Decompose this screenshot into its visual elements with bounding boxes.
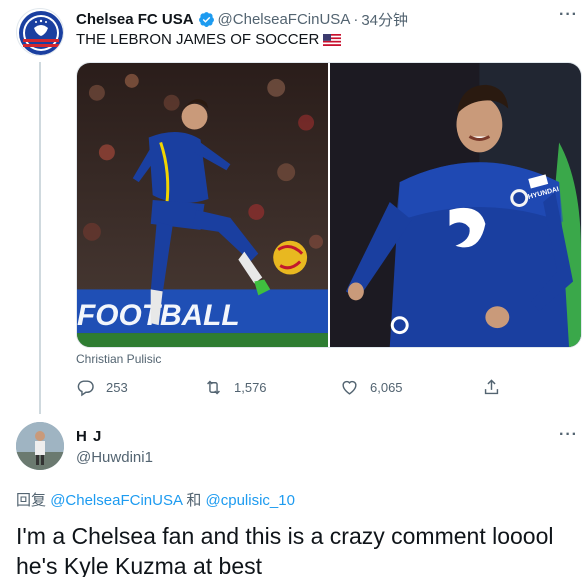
reply-tweet-text: I'm a Chelsea fan and this is a crazy co… (16, 523, 554, 577)
tweet-actions: 253 1,576 6,065 (76, 378, 506, 402)
reply-icon (77, 380, 94, 397)
more-options-icon[interactable]: ··· (559, 6, 578, 24)
header-separator: · (353, 11, 359, 28)
share-button[interactable] (482, 378, 512, 397)
author-handle[interactable]: @ChelseaFCinUSA (218, 11, 351, 28)
media-caption[interactable]: Christian Pulisic (76, 352, 161, 366)
replying-to-prefix: 回复 (16, 492, 47, 509)
tweet-header: Chelsea FC USA @ChelseaFCinUSA · 34分钟 (76, 9, 408, 30)
author-display-name[interactable]: Chelsea FC USA (76, 11, 194, 28)
reply-more-options-icon[interactable]: ··· (559, 426, 578, 444)
reply-author-display-name[interactable]: H J (76, 428, 102, 445)
replying-to-and: 和 (186, 492, 202, 509)
heart-icon (342, 380, 357, 395)
reply-count: 253 (106, 380, 128, 395)
retweet-count: 1,576 (234, 380, 267, 395)
reply-to-user-link-2[interactable]: @cpulisic_10 (206, 492, 295, 509)
tweet-text: THE LEBRON JAMES OF SOCCER (76, 31, 342, 48)
reply-to-user-link-1[interactable]: @ChelseaFCinUSA (50, 492, 182, 509)
tweet-timestamp[interactable]: 34分钟 (361, 9, 408, 30)
photo-left-player-kicking[interactable]: FOOTBALL (77, 63, 328, 347)
chelsea-usa-avatar[interactable] (16, 8, 64, 56)
reply-button[interactable]: 253 (76, 378, 128, 397)
like-button[interactable]: 6,065 (340, 378, 403, 397)
tweet-text-content: THE LEBRON JAMES OF SOCCER (76, 31, 320, 48)
reply-author-handle[interactable]: @Huwdini1 (76, 449, 153, 466)
retweet-button[interactable]: 1,576 (204, 378, 267, 397)
us-flag-icon (323, 33, 342, 46)
retweet-icon (207, 380, 220, 395)
share-icon (484, 379, 499, 395)
thread-line (39, 62, 41, 414)
photo-right-player-celebrating[interactable]: HYUNDAI (330, 63, 581, 347)
tweet-media[interactable]: FOOTBALL (76, 62, 582, 348)
verified-badge-icon (198, 12, 214, 27)
like-count: 6,065 (370, 380, 403, 395)
huwdini-avatar[interactable] (16, 422, 64, 470)
replying-to-line: 回复 @ChelseaFCinUSA 和 @cpulisic_10 (16, 489, 295, 510)
